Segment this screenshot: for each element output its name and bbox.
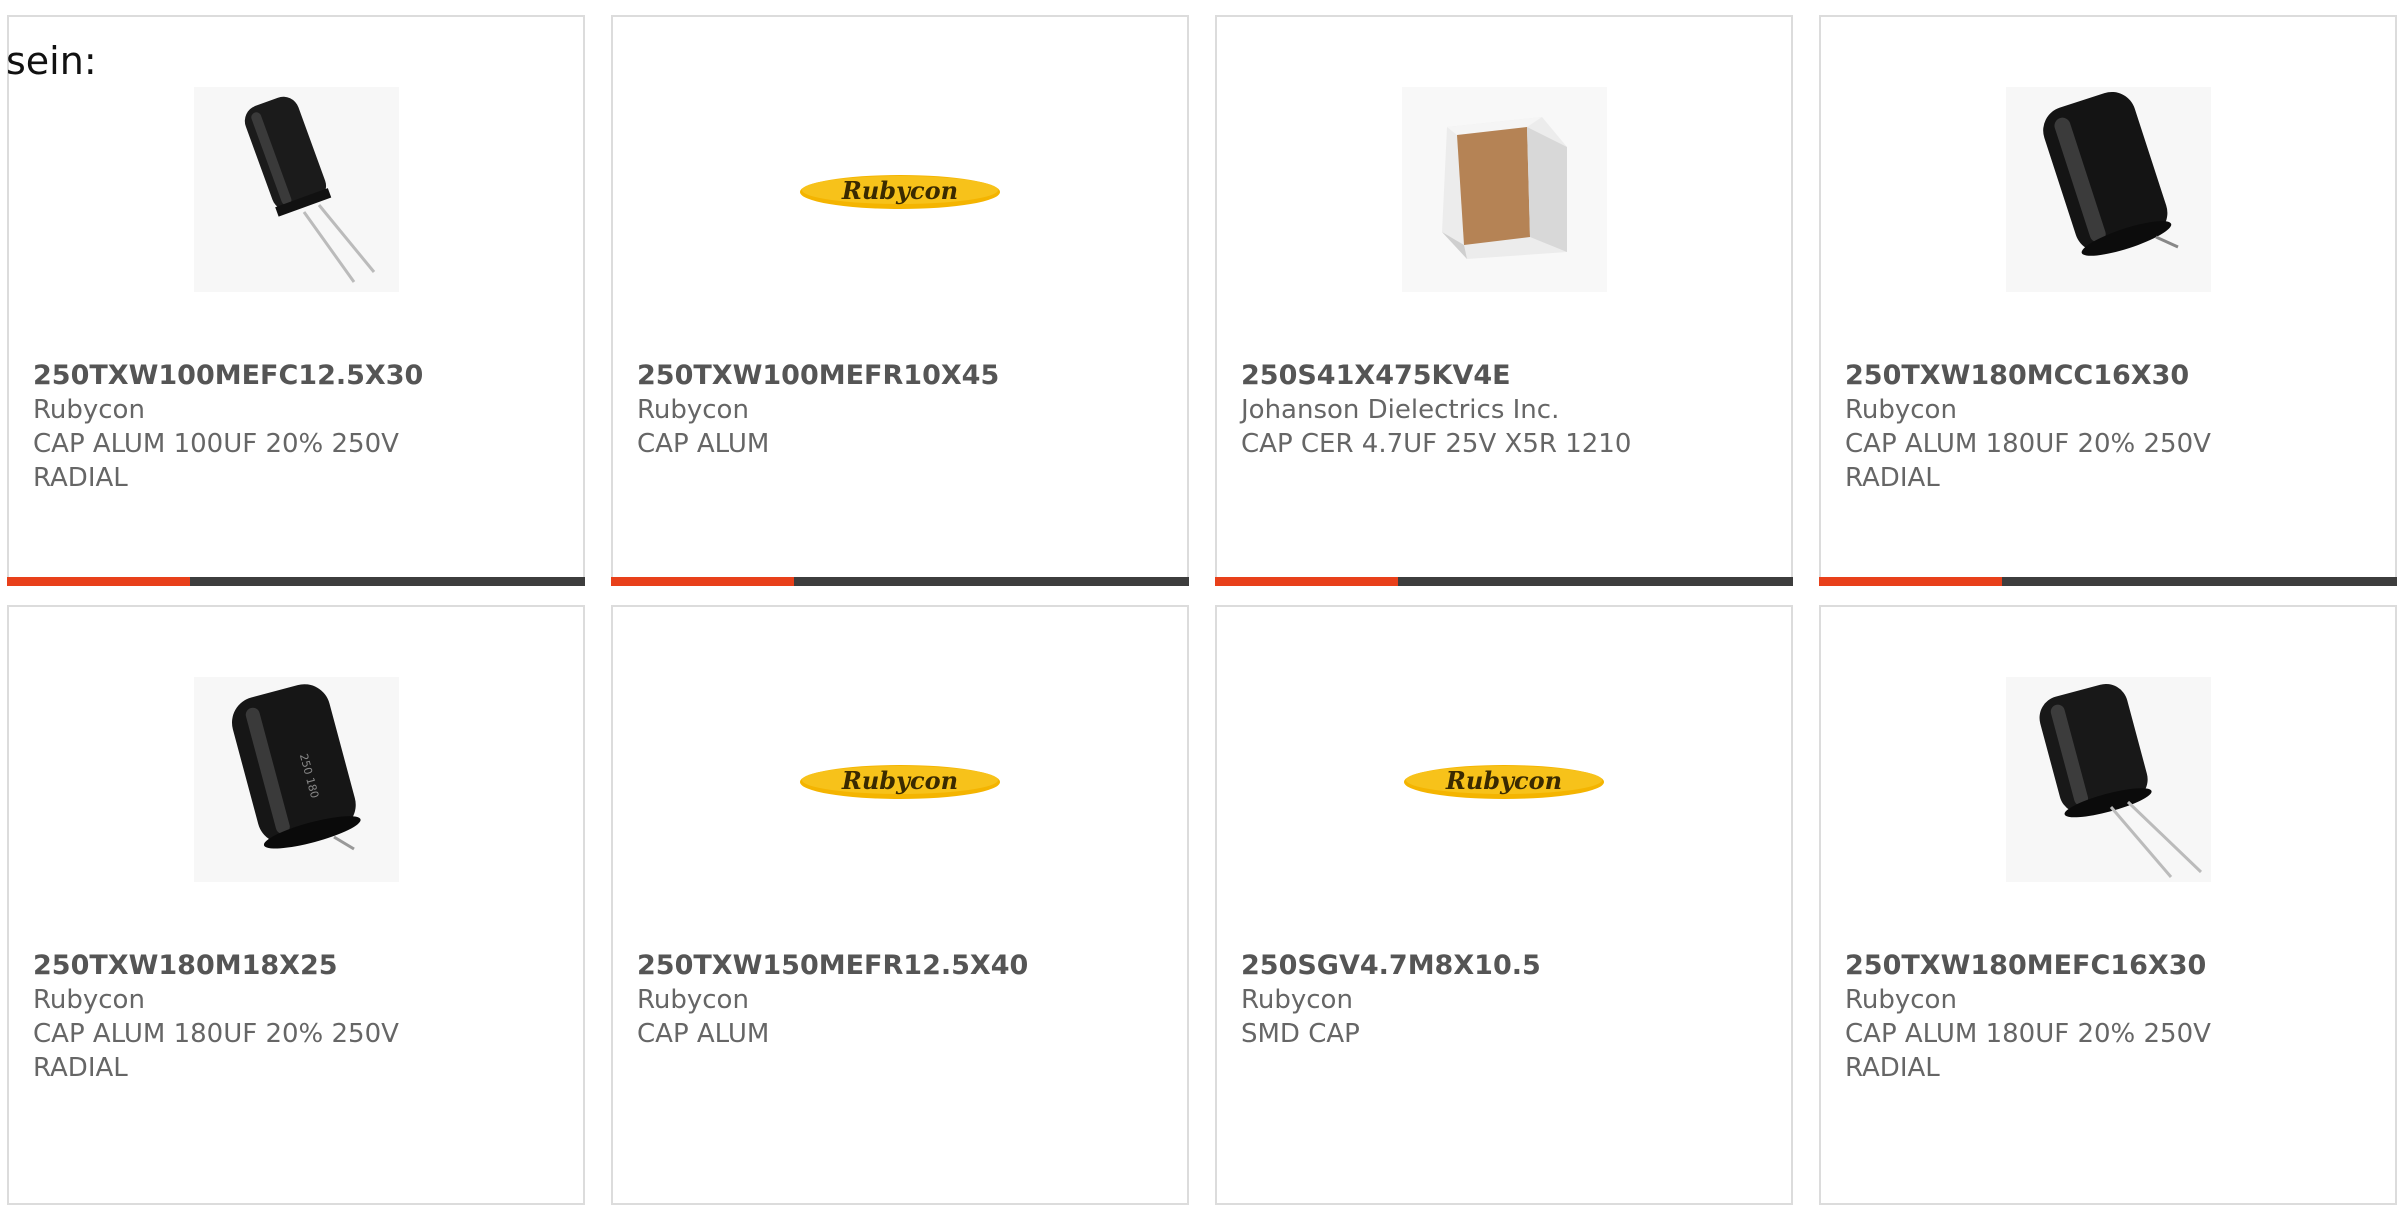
intro-text: sein: bbox=[6, 39, 97, 83]
product-card[interactable]: 250TXW180MCC16X30 Rubycon CAP ALUM 180UF… bbox=[1819, 15, 2397, 586]
rubycon-logo: Rubycon bbox=[800, 765, 1000, 799]
description-line-2: RADIAL bbox=[1845, 463, 1940, 493]
manufacturer: Rubycon bbox=[1845, 395, 1957, 425]
card-accent-bar bbox=[7, 577, 190, 586]
description-line-1: CAP ALUM bbox=[637, 429, 770, 459]
part-number[interactable]: 250S41X475KV4E bbox=[1241, 359, 1781, 393]
part-number[interactable]: 250TXW150MEFR12.5X40 bbox=[637, 949, 1177, 983]
radial-capacitor-small-image bbox=[2006, 677, 2211, 882]
rubycon-logo-text: Rubycon bbox=[841, 766, 958, 795]
part-number[interactable]: 250TXW180MEFC16X30 bbox=[1845, 949, 2385, 983]
card-bottom-bar bbox=[7, 577, 585, 586]
description-line-1: SMD CAP bbox=[1241, 1019, 1360, 1049]
product-card[interactable]: 250TXW100MEFC12.5X30 Rubycon CAP ALUM 10… bbox=[7, 15, 585, 586]
description-line-1: CAP ALUM bbox=[637, 1019, 770, 1049]
product-card[interactable]: 250 180 250TXW180M18X25 Rubycon CAP ALUM… bbox=[7, 605, 585, 1205]
description-line-1: CAP CER 4.7UF 25V X5R 1210 bbox=[1241, 429, 1632, 459]
product-card[interactable]: 250S41X475KV4E Johanson Dielectrics Inc.… bbox=[1215, 15, 1793, 586]
part-number[interactable]: 250TXW180MCC16X30 bbox=[1845, 359, 2385, 393]
description-line-2: RADIAL bbox=[1845, 1053, 1940, 1083]
product-card[interactable]: Rubycon 250SGV4.7M8X10.5 Rubycon SMD CAP bbox=[1215, 605, 1793, 1205]
part-number[interactable]: 250SGV4.7M8X10.5 bbox=[1241, 949, 1781, 983]
product-image[interactable] bbox=[1402, 87, 1607, 292]
card-bottom-bar bbox=[1215, 577, 1793, 586]
description-line-1: CAP ALUM 180UF 20% 250V bbox=[1845, 429, 2211, 459]
product-image[interactable]: Rubycon bbox=[1402, 677, 1607, 882]
description-line-1: CAP ALUM 180UF 20% 250V bbox=[33, 1019, 399, 1049]
rubycon-logo: Rubycon bbox=[800, 175, 1000, 209]
manufacturer: Rubycon bbox=[33, 395, 145, 425]
manufacturer: Johanson Dielectrics Inc. bbox=[1241, 395, 1560, 425]
radial-capacitor-large-image: 250 180 bbox=[194, 677, 399, 882]
ceramic-chip-capacitor-image bbox=[1402, 87, 1607, 292]
card-accent-bar bbox=[1215, 577, 1398, 586]
radial-capacitor-large-image bbox=[2006, 87, 2211, 292]
manufacturer: Rubycon bbox=[637, 985, 749, 1015]
product-card[interactable]: Rubycon 250TXW100MEFR10X45 Rubycon CAP A… bbox=[611, 15, 1189, 586]
part-number[interactable]: 250TXW100MEFC12.5X30 bbox=[33, 359, 573, 393]
manufacturer: Rubycon bbox=[1241, 985, 1353, 1015]
product-image[interactable] bbox=[2006, 87, 2211, 292]
product-image[interactable]: 250 180 bbox=[194, 677, 399, 882]
rubycon-logo: Rubycon bbox=[1404, 765, 1604, 799]
product-card[interactable]: Rubycon 250TXW150MEFR12.5X40 Rubycon CAP… bbox=[611, 605, 1189, 1205]
manufacturer: Rubycon bbox=[637, 395, 749, 425]
rubycon-logo-text: Rubycon bbox=[1445, 766, 1562, 795]
product-image[interactable] bbox=[2006, 677, 2211, 882]
part-number[interactable]: 250TXW180M18X25 bbox=[33, 949, 573, 983]
card-bottom-bar bbox=[1819, 577, 2397, 586]
description-line-1: CAP ALUM 100UF 20% 250V bbox=[33, 429, 399, 459]
rubycon-logo-text: Rubycon bbox=[841, 176, 958, 205]
description-line-2: RADIAL bbox=[33, 1053, 128, 1083]
description-line-1: CAP ALUM 180UF 20% 250V bbox=[1845, 1019, 2211, 1049]
product-image[interactable]: Rubycon bbox=[798, 87, 1003, 292]
card-bottom-bar bbox=[611, 577, 1189, 586]
description-line-2: RADIAL bbox=[33, 463, 128, 493]
card-accent-bar bbox=[611, 577, 794, 586]
product-card[interactable]: 250TXW180MEFC16X30 Rubycon CAP ALUM 180U… bbox=[1819, 605, 2397, 1205]
product-image[interactable] bbox=[194, 87, 399, 292]
card-accent-bar bbox=[1819, 577, 2002, 586]
manufacturer: Rubycon bbox=[1845, 985, 1957, 1015]
manufacturer: Rubycon bbox=[33, 985, 145, 1015]
radial-capacitor-small-image bbox=[194, 87, 399, 292]
product-image[interactable]: Rubycon bbox=[798, 677, 1003, 882]
part-number[interactable]: 250TXW100MEFR10X45 bbox=[637, 359, 1177, 393]
